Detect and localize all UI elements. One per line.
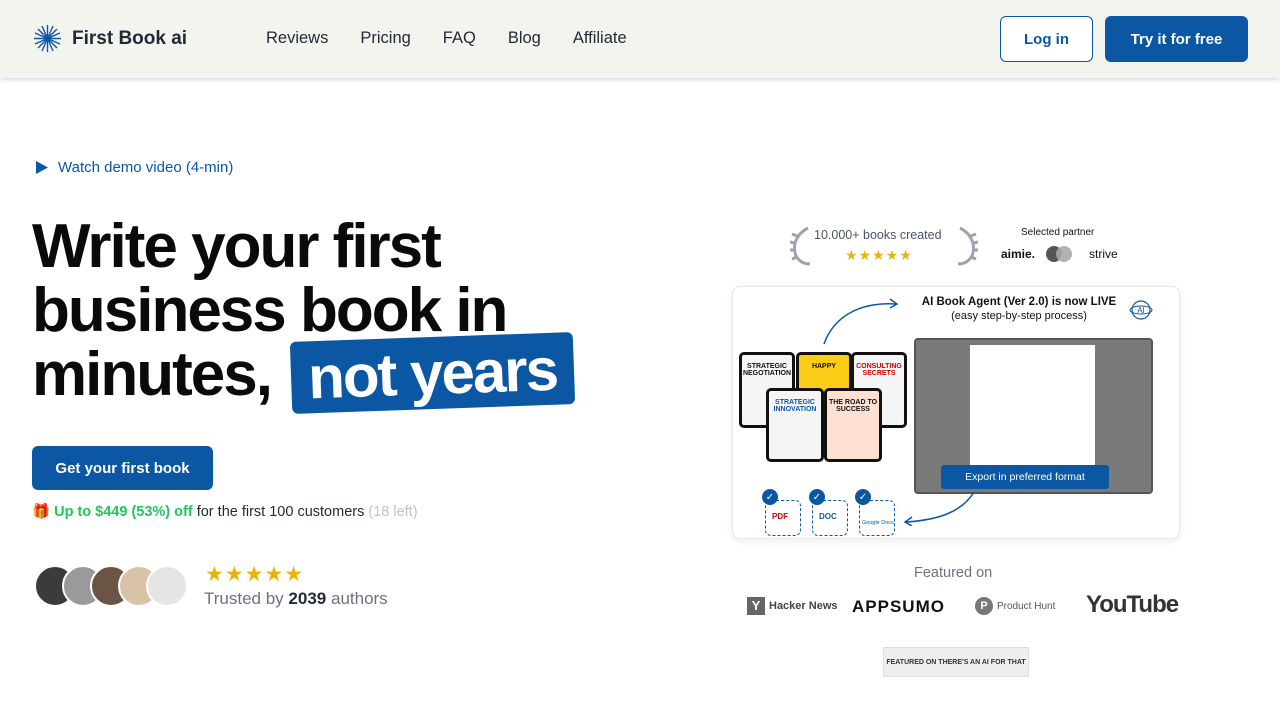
- logo[interactable]: First Book ai: [33, 24, 187, 53]
- watch-demo-label: Watch demo video (4-min): [58, 159, 234, 176]
- youtube-logo[interactable]: YouTube: [1086, 591, 1179, 619]
- books-rating-stars: ★★★★★: [845, 247, 913, 263]
- gift-icon: 🎁: [32, 504, 51, 520]
- svg-text:AI: AI: [1137, 306, 1145, 315]
- trusted-suffix: authors: [330, 589, 388, 608]
- youtube-text: YouTube: [1086, 591, 1179, 618]
- export-format-button: Export in preferred format: [941, 465, 1109, 489]
- headline-line-3: minutes,: [32, 340, 273, 409]
- arrow-icon: [903, 491, 975, 526]
- burst-logo-icon: [34, 25, 61, 52]
- laurel-left-icon: [790, 226, 811, 266]
- avatar: [146, 565, 188, 607]
- headline-line-1: Write your first: [32, 212, 442, 281]
- offer-text: for the first 100 customers: [196, 504, 365, 520]
- doc-label: DOC: [819, 512, 837, 521]
- offer-discount: Up to $449 (53%) off: [54, 504, 193, 520]
- partner-logos: aimie. strive: [1001, 245, 1118, 263]
- check-icon: ✓: [762, 489, 778, 505]
- hacker-news-logo[interactable]: Y Hacker News: [747, 597, 838, 615]
- offer-line: 🎁 Up to $449 (53%) off for the first 100…: [32, 503, 418, 520]
- hacker-news-icon: Y: [747, 597, 765, 615]
- headline-line-2: business book in: [32, 276, 508, 345]
- app-preview-dialog: [970, 345, 1095, 475]
- headline-highlight: not years: [289, 332, 576, 414]
- featured-on-label: Featured on: [914, 565, 993, 581]
- book-cover: THE ROAD TO SUCCESS: [824, 388, 882, 462]
- appsumo-text: APPSUMO: [852, 597, 945, 616]
- partner-aimie: aimie.: [1001, 247, 1036, 261]
- site-header: First Book ai Reviews Pricing FAQ Blog A…: [0, 0, 1280, 78]
- google-docs-file-icon: [859, 500, 895, 536]
- nav-pricing[interactable]: Pricing: [360, 29, 410, 48]
- arrow-icon: [823, 298, 899, 345]
- google-docs-label: Google Docs: [862, 520, 894, 526]
- trusted-prefix: Trusted by: [204, 589, 284, 608]
- product-hunt-logo[interactable]: P Product Hunt: [975, 597, 1055, 615]
- rating-stars: ★★★★★: [205, 563, 305, 586]
- try-free-button[interactable]: Try it for free: [1105, 16, 1248, 62]
- mastercard-icon: [1046, 246, 1073, 262]
- trusted-count: 2039: [288, 589, 327, 608]
- books-created-text: 10.000+ books created: [814, 228, 942, 242]
- ai-badge-icon: AI: [1129, 300, 1153, 320]
- theres-an-ai-for-that-badge[interactable]: FEATURED ON THERE'S AN AI FOR THAT: [883, 647, 1029, 677]
- nav-blog[interactable]: Blog: [508, 29, 541, 48]
- check-icon: ✓: [855, 489, 871, 505]
- get-first-book-button[interactable]: Get your first book: [32, 446, 213, 490]
- brand-name: First Book ai: [72, 27, 188, 49]
- login-button[interactable]: Log in: [1000, 16, 1093, 62]
- card-title: AI Book Agent (Ver 2.0) is now LIVE: [921, 296, 1117, 308]
- offer-remaining: (18 left): [368, 504, 418, 520]
- card-subtitle: (easy step-by-step process): [951, 310, 1087, 322]
- trusted-by-text: Trusted by 2039 authors: [204, 589, 388, 609]
- nav-affiliate[interactable]: Affiliate: [573, 29, 627, 48]
- pdf-label: PDF: [772, 512, 788, 521]
- check-icon: ✓: [809, 489, 825, 505]
- play-icon: [36, 161, 48, 174]
- main-nav: Reviews Pricing FAQ Blog Affiliate: [266, 29, 659, 48]
- nav-reviews[interactable]: Reviews: [266, 29, 328, 48]
- laurel-right-icon: [957, 226, 978, 266]
- partner-label: Selected partner: [1021, 227, 1095, 238]
- product-hunt-text: Product Hunt: [997, 600, 1056, 612]
- author-avatars: [34, 565, 188, 607]
- hacker-news-text: Hacker News: [769, 600, 838, 612]
- product-hunt-icon: P: [975, 597, 993, 615]
- appsumo-logo[interactable]: APPSUMO: [852, 597, 945, 617]
- nav-faq[interactable]: FAQ: [443, 29, 476, 48]
- partner-strive: strive: [1089, 247, 1118, 261]
- book-cover: STRATEGIC INNOVATION: [766, 388, 824, 462]
- watch-demo-link[interactable]: Watch demo video (4-min): [36, 159, 233, 176]
